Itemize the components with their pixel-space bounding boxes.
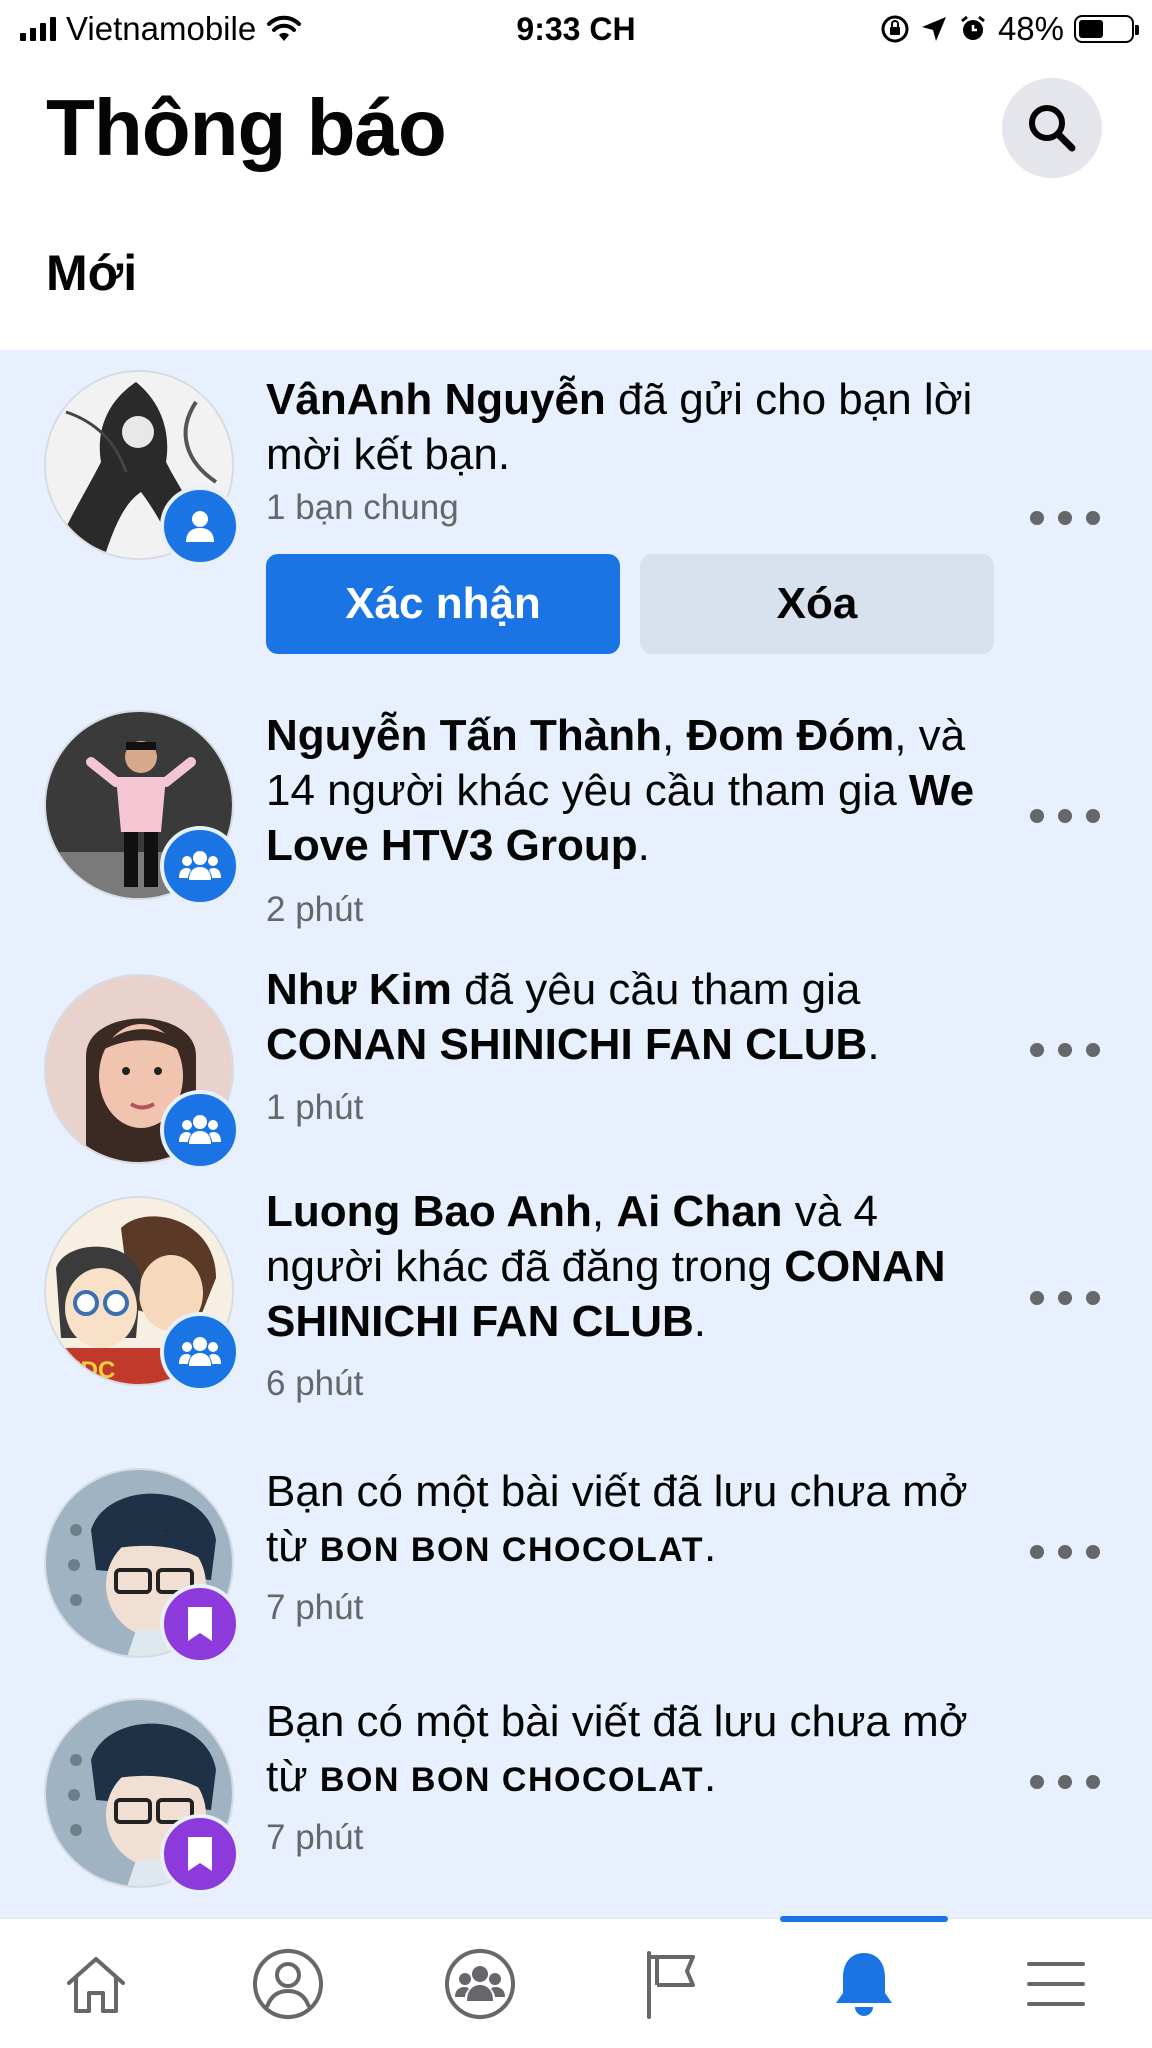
- bell-icon: [836, 1952, 892, 2016]
- timestamp: 6 phút: [266, 1364, 364, 1403]
- notification-list: VânAnh Nguyễn đã gửi cho bạn lời mời kết…: [0, 350, 1152, 1918]
- more-options-button[interactable]: [1030, 1532, 1100, 1572]
- timestamp: 7 phút: [266, 1818, 364, 1857]
- notification-item[interactable]: FDC Luong Bao Anh, Ai Chan và 4 người kh…: [0, 1184, 1152, 1456]
- avatar[interactable]: [44, 1698, 240, 1894]
- alarm-icon: [961, 15, 985, 40]
- header: Thông báo: [0, 68, 1152, 188]
- notification-text: Bạn có một bài viết đã lưu chưa mở từ BO…: [266, 1467, 968, 1571]
- carrier-name: Vietnamobile: [66, 10, 257, 47]
- bookmark-icon: [188, 1837, 212, 1871]
- timestamp: 1 phút: [266, 1088, 364, 1127]
- more-options-button[interactable]: [1030, 1030, 1100, 1070]
- notification-text: Bạn có một bài viết đã lưu chưa mở từ BO…: [266, 1697, 968, 1801]
- battery-percent: 48%: [997, 10, 1064, 47]
- timestamp: 7 phút: [266, 1588, 364, 1627]
- friend-request-badge: [160, 486, 240, 566]
- nav-pages[interactable]: [576, 1919, 768, 2048]
- orientation-lock-icon: [881, 15, 909, 43]
- clock: 9:33 CH: [516, 10, 636, 47]
- page-title: Thông báo: [46, 83, 447, 172]
- battery-icon: [1074, 15, 1139, 43]
- saved-badge: [160, 1814, 240, 1894]
- groups-icon: [445, 1948, 515, 2019]
- more-options-button[interactable]: [1030, 1278, 1100, 1318]
- notification-item[interactable]: Như Kim đã yêu cầu tham gia CONAN SHINIC…: [0, 962, 1152, 1184]
- notification-text: VânAnh Nguyễn đã gửi cho bạn lời mời kết…: [266, 375, 973, 479]
- nav-home[interactable]: [0, 1919, 192, 2048]
- notification-item[interactable]: Bạn có một bài viết đã lưu chưa mở từ BO…: [0, 1456, 1152, 1686]
- more-options-button[interactable]: [1030, 1762, 1100, 1802]
- nav-notifications[interactable]: [768, 1916, 960, 2048]
- bottom-nav: [0, 1916, 1152, 2048]
- notification-item[interactable]: Nguyễn Tấn Thành, Đom Đóm, và 14 người k…: [0, 690, 1152, 962]
- group-icon: [179, 1115, 221, 1144]
- timestamp: 2 phút: [266, 890, 364, 929]
- nav-profile[interactable]: [192, 1919, 384, 2048]
- avatar[interactable]: [44, 1468, 240, 1664]
- notification-text: Luong Bao Anh, Ai Chan và 4 người khác đ…: [266, 1187, 946, 1346]
- group-badge: [160, 1312, 240, 1392]
- cellular-signal-icon: [20, 17, 56, 41]
- avatar[interactable]: [44, 974, 240, 1170]
- notification-item[interactable]: VânAnh Nguyễn đã gửi cho bạn lời mời kết…: [0, 350, 1152, 690]
- group-icon: [179, 1337, 221, 1366]
- location-arrow-icon: [921, 17, 946, 41]
- section-title-new: Mới: [46, 245, 138, 301]
- saved-badge: [160, 1584, 240, 1664]
- home-icon: [67, 1956, 125, 2013]
- wifi-icon: [267, 15, 302, 41]
- search-icon: [1029, 105, 1076, 152]
- nav-groups[interactable]: [384, 1919, 576, 2048]
- profile-icon: [253, 1948, 323, 2019]
- status-bar: Vietnamobile 9:33 CH 48%: [0, 0, 1152, 58]
- nav-menu[interactable]: [960, 1919, 1152, 2048]
- more-options-button[interactable]: [1030, 796, 1100, 836]
- more-options-button[interactable]: [1030, 498, 1100, 538]
- group-badge: [160, 826, 240, 906]
- notification-text: Nguyễn Tấn Thành, Đom Đóm, và 14 người k…: [266, 711, 975, 870]
- pages-flag-icon: [647, 1950, 695, 2019]
- avatar[interactable]: FDC: [44, 1196, 240, 1392]
- group-icon: [179, 851, 221, 880]
- avatar[interactable]: [44, 710, 240, 906]
- confirm-button[interactable]: Xác nhận: [266, 554, 620, 654]
- person-icon: [186, 511, 214, 542]
- sender-name: VânAnh Nguyễn: [266, 375, 606, 424]
- notification-item[interactable]: Bạn có một bài viết đã lưu chưa mở từ BO…: [0, 1686, 1152, 1918]
- mutual-friends: 1 bạn chung: [266, 488, 459, 527]
- search-button[interactable]: [1002, 78, 1102, 178]
- avatar[interactable]: [44, 370, 240, 566]
- group-badge: [160, 1090, 240, 1170]
- bookmark-icon: [188, 1607, 212, 1641]
- svg-text:FDC: FDC: [66, 1357, 115, 1384]
- delete-button[interactable]: Xóa: [640, 554, 994, 654]
- notification-text: Như Kim đã yêu cầu tham gia CONAN SHINIC…: [266, 965, 880, 1069]
- menu-icon: [1027, 1961, 1085, 2006]
